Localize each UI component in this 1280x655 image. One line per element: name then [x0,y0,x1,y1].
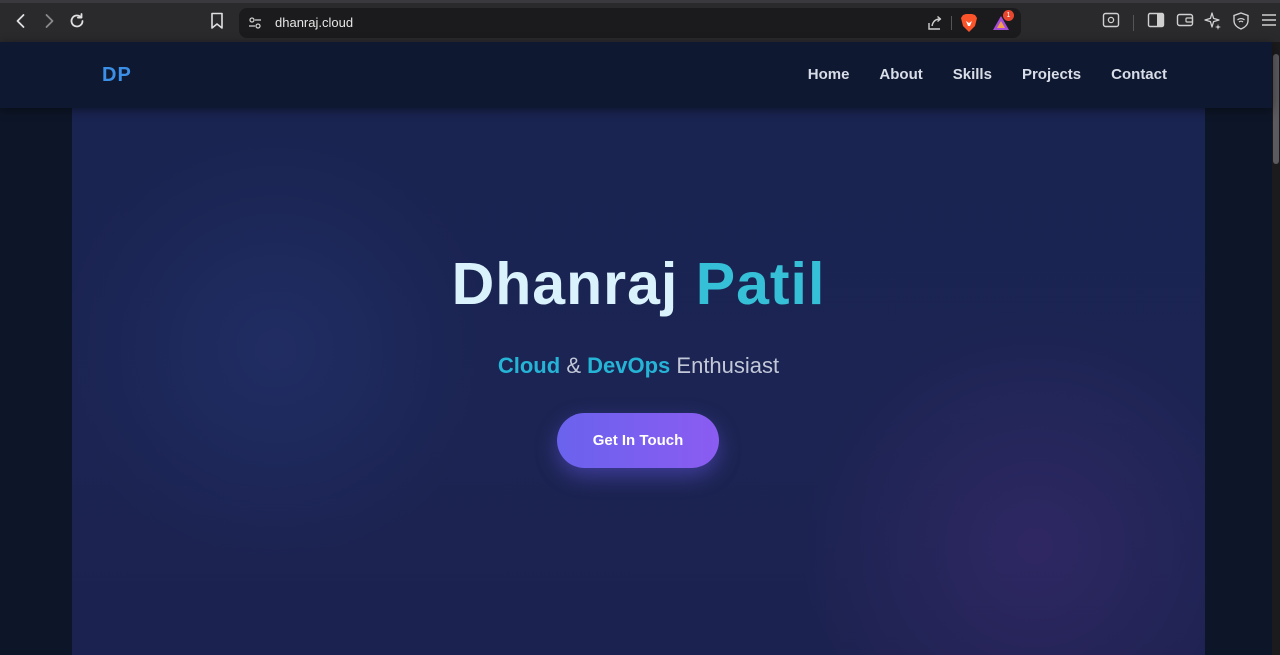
brave-lion-icon[interactable] [960,13,978,33]
sidebar-toggle-icon[interactable] [1147,12,1165,28]
hero-subtitle-amp: & [566,353,581,378]
page-scrollbar[interactable] [1272,42,1280,655]
hero-first-name: Dhanraj [451,251,679,317]
share-icon[interactable] [927,15,943,31]
bookmark-icon[interactable] [205,9,229,33]
hero-subtitle-rest: Enthusiast [676,353,780,378]
scrollbar-thumb[interactable] [1273,54,1279,164]
nav-link-projects[interactable]: Projects [1022,66,1081,83]
toolbar-separator [1133,15,1134,31]
nav-link-about[interactable]: About [879,66,922,83]
hero-subtitle-devops: DevOps [587,353,671,378]
hero-subtitle: Cloud & DevOps Enthusiast [72,353,1205,379]
site-navbar: DP Home About Skills Projects Contact [0,42,1272,108]
wallet-icon[interactable] [1176,12,1194,28]
hero-section: Dhanraj Patil Cloud & DevOps Enthusiast … [72,108,1205,655]
nav-link-home[interactable]: Home [808,66,850,83]
back-arrow-icon[interactable] [9,9,33,33]
address-bar-divider [951,16,952,30]
site-settings-icon[interactable] [248,16,262,30]
address-bar[interactable]: dhanraj.cloud 1 [239,8,1021,38]
get-in-touch-button[interactable]: Get In Touch [557,413,719,468]
rewards-badge: 1 [1003,10,1014,21]
hero-subtitle-cloud: Cloud [497,353,561,378]
url-text[interactable]: dhanraj.cloud [275,15,353,30]
browser-toolbar: dhanraj.cloud 1 [0,0,1280,42]
screenshot-icon[interactable] [1102,12,1120,28]
nav-link-contact[interactable]: Contact [1111,66,1167,83]
reload-icon[interactable] [65,9,89,33]
leo-ai-icon[interactable] [1204,12,1222,30]
hamburger-menu-icon[interactable] [1261,12,1277,28]
forward-arrow-icon[interactable] [37,9,61,33]
hero-last-name: Patil [695,251,826,317]
site-logo[interactable]: DP [102,64,132,87]
page-viewport: DP Home About Skills Projects Contact Dh… [0,42,1280,655]
nav-links: Home About Skills Projects Contact [808,66,1167,83]
nav-link-skills[interactable]: Skills [953,66,992,83]
hero-title: Dhanraj Patil [72,250,1205,318]
vpn-shield-icon[interactable] [1233,12,1249,30]
